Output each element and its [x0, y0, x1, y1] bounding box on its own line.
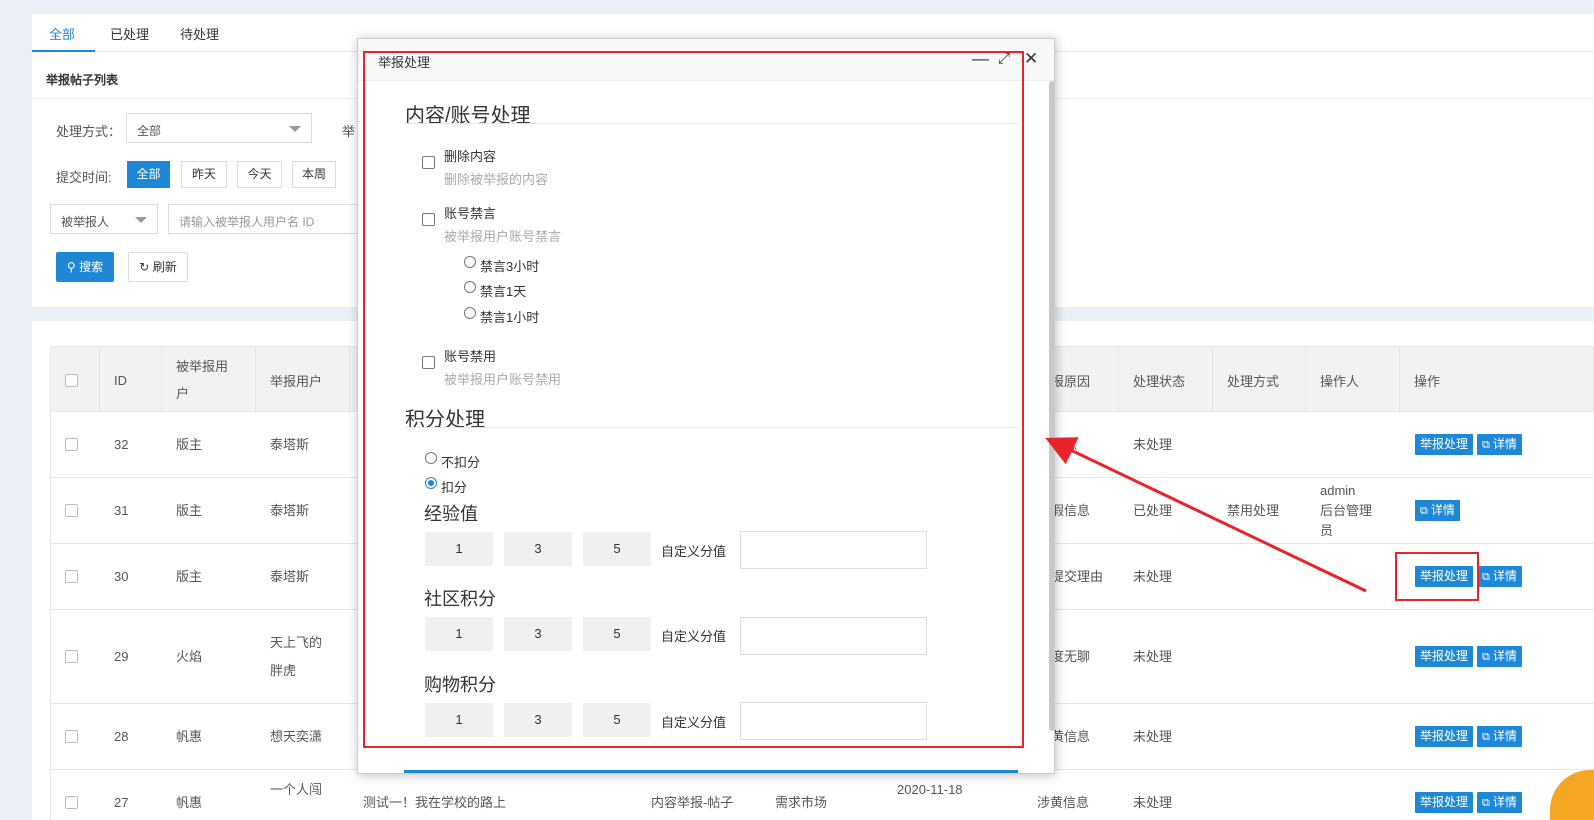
annotation-arrow [1045, 437, 1367, 593]
